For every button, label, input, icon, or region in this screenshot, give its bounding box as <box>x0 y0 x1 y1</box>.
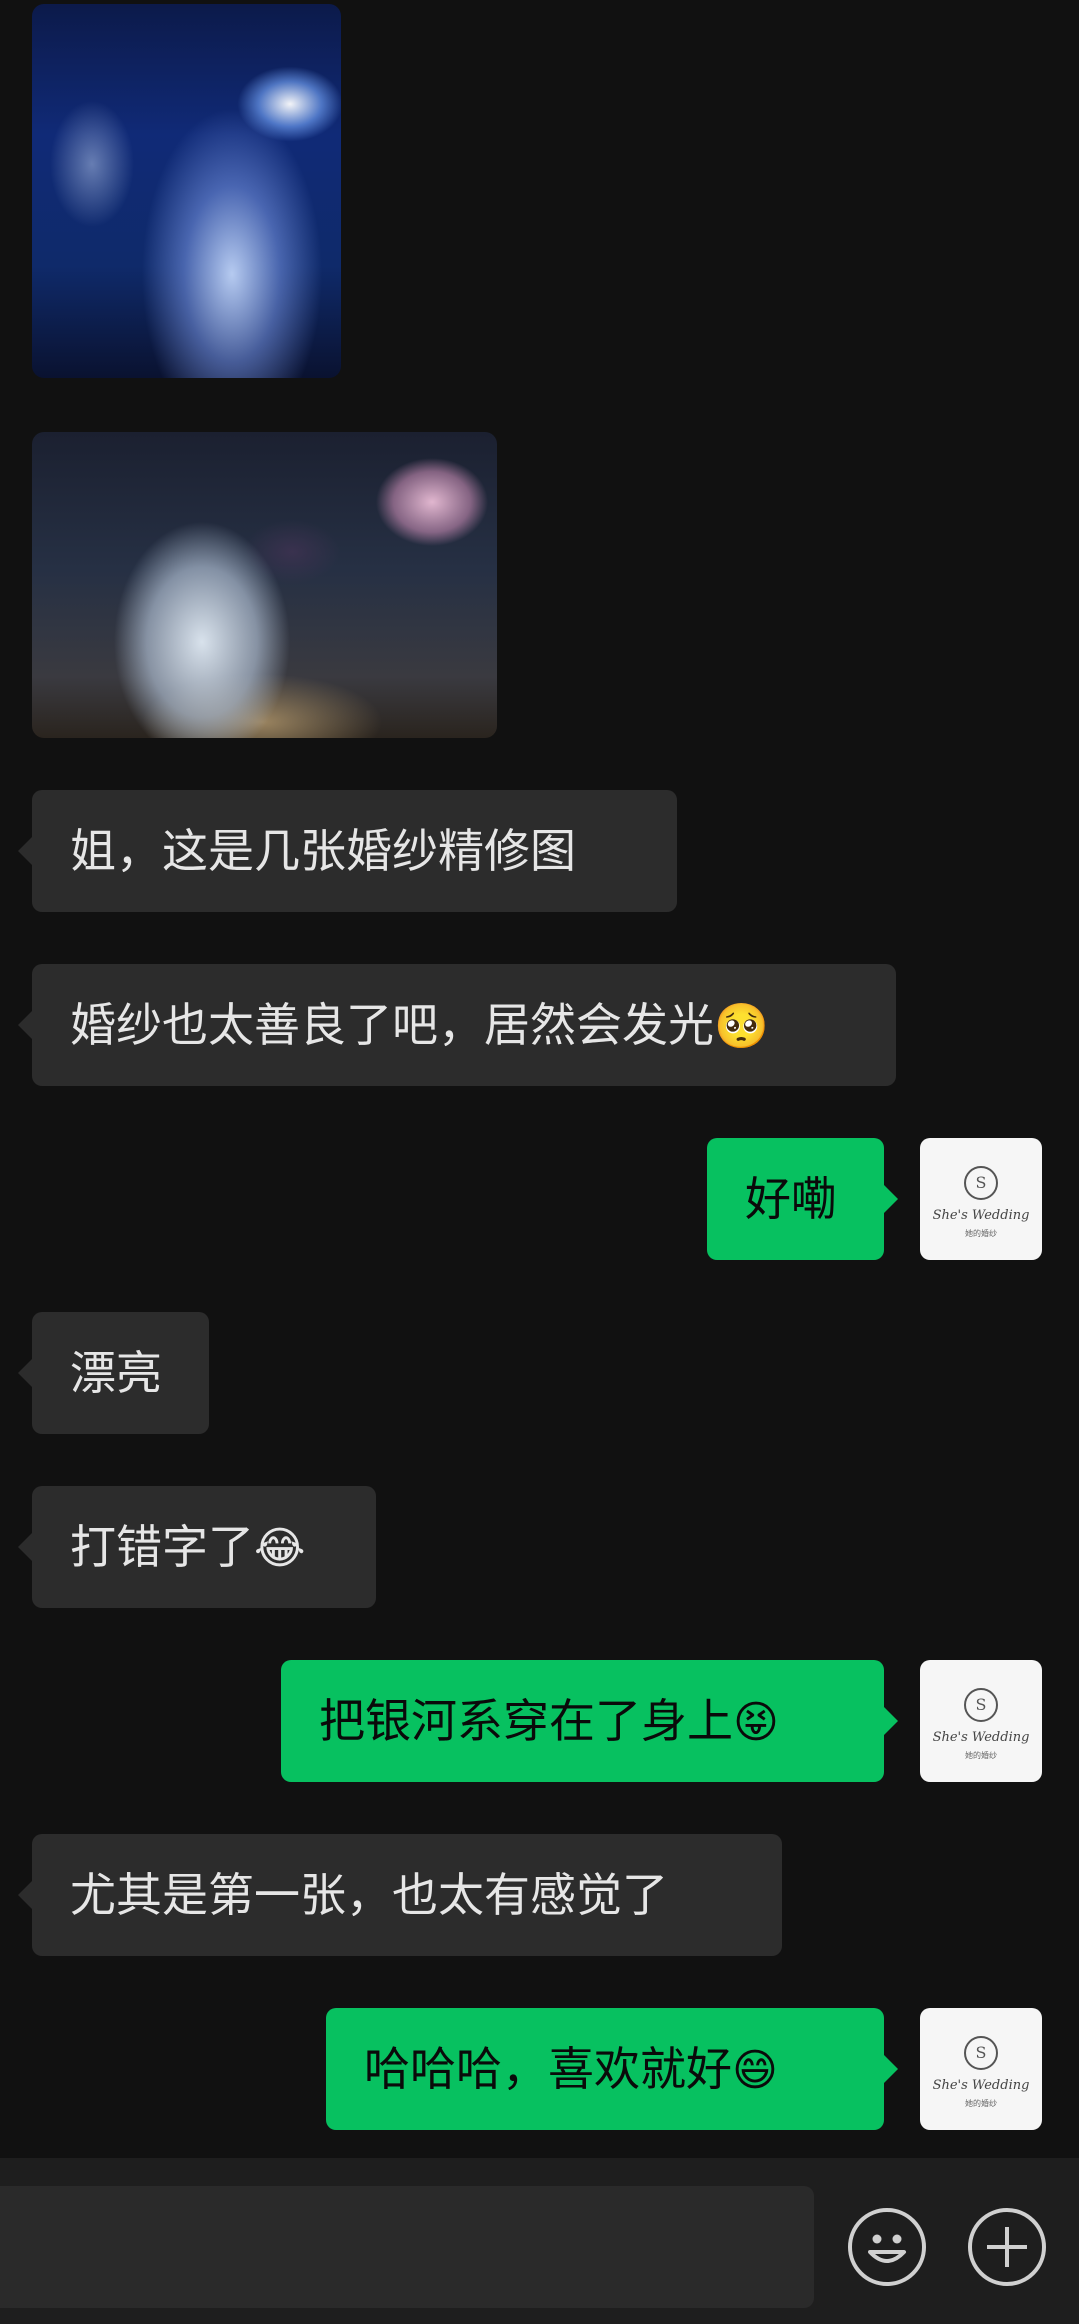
avatar-brand-subtext: 她的婚纱 <box>965 1751 997 1760</box>
incoming-message-bubble[interactable]: 打错字了😂 <box>18 1486 376 1608</box>
emoji-button[interactable] <box>848 2208 926 2286</box>
message-text: 打错字了 <box>70 1520 254 1574</box>
message-text: 尤其是第一张，也太有感觉了 <box>70 1868 668 1922</box>
chat-image-proposal[interactable] <box>32 432 497 738</box>
avatar-brand-text: She's Wedding <box>932 2078 1030 2093</box>
outgoing-message-bubble[interactable]: 好嘞 <box>707 1138 898 1260</box>
more-button[interactable] <box>968 2208 1046 2286</box>
plus-circle-icon <box>987 2227 1027 2267</box>
avatar-brand-subtext: 她的婚纱 <box>965 1229 997 1238</box>
emoji-face-icon <box>868 2234 906 2263</box>
message-text: 把银河系穿在了身上 <box>319 1694 733 1748</box>
outgoing-message-bubble[interactable]: 把银河系穿在了身上😝 <box>281 1660 898 1782</box>
brand-logo-icon: S <box>964 2036 998 2070</box>
brand-logo-icon: S <box>964 1688 998 1722</box>
brand-logo-icon: S <box>964 1166 998 1200</box>
pleading-face-emoji: 🥺 <box>714 1001 769 1052</box>
incoming-message-bubble[interactable]: 姐，这是几张婚纱精修图 <box>18 790 677 912</box>
chat-input-bar <box>0 2158 1079 2324</box>
my-avatar[interactable]: S She's Wedding 她的婚纱 <box>920 1660 1042 1782</box>
outgoing-message-bubble[interactable]: 哈哈哈，喜欢就好😄 <box>326 2008 898 2130</box>
avatar-brand-text: She's Wedding <box>932 1730 1030 1745</box>
message-text: 好嘞 <box>745 1172 837 1226</box>
my-avatar[interactable]: S She's Wedding 她的婚纱 <box>920 2008 1042 2130</box>
message-input[interactable] <box>0 2186 814 2308</box>
chat-image-bride[interactable] <box>32 4 341 378</box>
message-text: 哈哈哈，喜欢就好 <box>364 2042 732 2096</box>
avatar-brand-text: She's Wedding <box>932 1208 1030 1223</box>
grinning-face-emoji: 😄 <box>732 2045 778 2096</box>
message-text: 漂亮 <box>70 1346 162 1400</box>
incoming-message-bubble[interactable]: 尤其是第一张，也太有感觉了 <box>18 1834 782 1956</box>
winking-tongue-emoji: 😝 <box>733 1697 779 1748</box>
incoming-message-bubble[interactable]: 婚纱也太善良了吧，居然会发光🥺 <box>18 964 896 1086</box>
my-avatar[interactable]: S She's Wedding 她的婚纱 <box>920 1138 1042 1260</box>
chat-area: 姐，这是几张婚纱精修图 婚纱也太善良了吧，居然会发光🥺 好嘞 S She's W… <box>0 0 1079 2158</box>
message-text: 姐，这是几张婚纱精修图 <box>70 824 576 878</box>
crying-laughing-emoji: 😂 <box>254 1523 306 1574</box>
incoming-message-bubble[interactable]: 漂亮 <box>18 1312 209 1434</box>
message-text: 婚纱也太善良了吧，居然会发光 <box>70 998 714 1052</box>
avatar-brand-subtext: 她的婚纱 <box>965 2099 997 2108</box>
